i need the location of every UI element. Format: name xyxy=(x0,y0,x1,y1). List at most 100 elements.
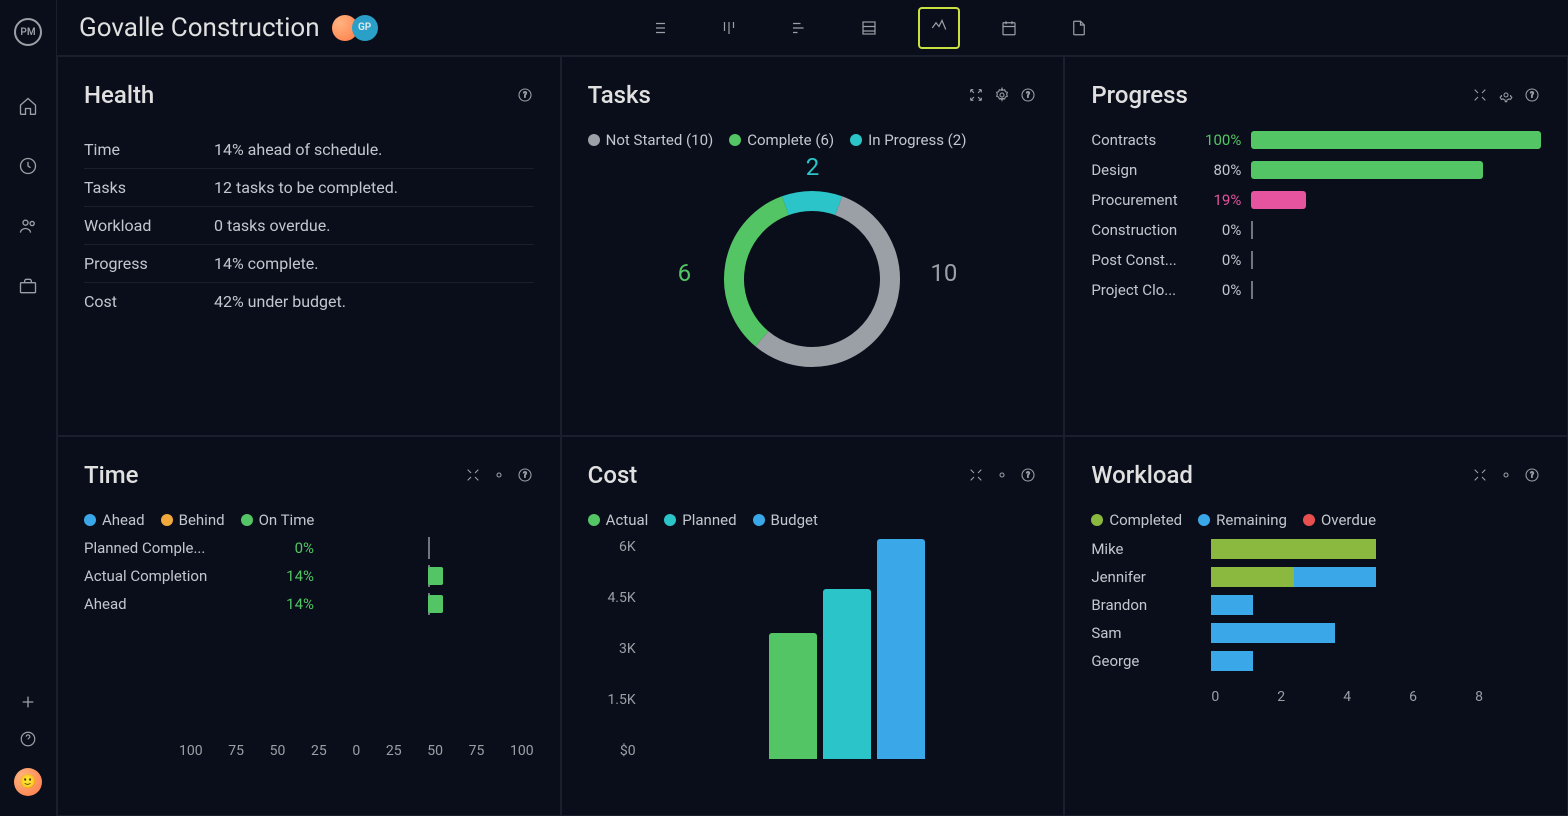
home-icon[interactable] xyxy=(16,94,40,118)
legend-dot xyxy=(161,514,173,526)
help-icon[interactable] xyxy=(19,730,37,748)
workload-card: Workload ? CompletedRemainingOverdue Mik… xyxy=(1064,436,1568,816)
time-row-name: Ahead xyxy=(84,595,254,613)
axis-tick: 6K xyxy=(588,539,636,555)
app-logo[interactable]: PM xyxy=(14,18,42,46)
view-file-icon[interactable] xyxy=(1058,7,1100,49)
axis-tick: 50 xyxy=(270,743,286,759)
legend-item: Overdue xyxy=(1303,511,1376,529)
gear-icon[interactable] xyxy=(993,86,1011,104)
plus-icon[interactable] xyxy=(20,694,36,710)
progress-bar xyxy=(1251,251,1541,269)
gear-icon[interactable] xyxy=(1497,86,1515,104)
axis-tick: 0 xyxy=(352,743,360,759)
member-avatar[interactable]: GP xyxy=(352,15,378,41)
dashboard-grid: Health ? Time14% ahead of schedule.Tasks… xyxy=(57,56,1568,816)
help-icon[interactable]: ? xyxy=(516,466,534,484)
view-calendar-icon[interactable] xyxy=(988,7,1030,49)
progress-pct: 19% xyxy=(1191,191,1241,209)
legend-label: Remaining xyxy=(1216,511,1287,529)
legend-dot xyxy=(664,514,676,526)
briefcase-icon[interactable] xyxy=(16,274,40,298)
time-bar xyxy=(322,567,534,585)
progress-pct: 80% xyxy=(1191,161,1241,179)
legend-label: Behind xyxy=(179,511,225,529)
svg-text:?: ? xyxy=(1026,91,1030,100)
health-value: 0 tasks overdue. xyxy=(214,216,330,235)
clock-icon[interactable] xyxy=(16,154,40,178)
legend-item: Behind xyxy=(161,511,225,529)
legend-item: Remaining xyxy=(1198,511,1287,529)
progress-bar xyxy=(1251,131,1541,149)
time-bar xyxy=(322,595,534,613)
help-icon[interactable]: ? xyxy=(1523,86,1541,104)
expand-icon[interactable] xyxy=(1471,86,1489,104)
workload-name: Jennifer xyxy=(1091,568,1211,586)
project-members[interactable]: GP xyxy=(338,15,378,41)
view-gantt-icon[interactable] xyxy=(778,7,820,49)
cost-bar xyxy=(823,589,871,760)
legend-dot xyxy=(588,514,600,526)
help-icon[interactable]: ? xyxy=(1523,466,1541,484)
workload-name: George xyxy=(1091,652,1211,670)
workload-name: Sam xyxy=(1091,624,1211,642)
view-board-icon[interactable] xyxy=(708,7,750,49)
legend-label: On Time xyxy=(259,511,315,529)
help-icon[interactable]: ? xyxy=(1019,86,1037,104)
progress-pct: 0% xyxy=(1191,281,1241,299)
progress-row: Design 80% xyxy=(1091,161,1541,179)
time-row-pct: 14% xyxy=(254,595,314,613)
view-sheet-icon[interactable] xyxy=(848,7,890,49)
donut-label-notstarted: 10 xyxy=(930,259,957,287)
svg-text:?: ? xyxy=(523,91,527,100)
legend-dot xyxy=(1198,514,1210,526)
team-icon[interactable] xyxy=(16,214,40,238)
svg-text:?: ? xyxy=(523,471,527,480)
gear-icon[interactable] xyxy=(993,466,1011,484)
axis-tick: 8 xyxy=(1475,689,1541,705)
card-title: Workload xyxy=(1091,461,1193,489)
health-label: Progress xyxy=(84,254,214,273)
progress-name: Post Const... xyxy=(1091,251,1191,269)
expand-icon[interactable] xyxy=(464,466,482,484)
health-row: Workload0 tasks overdue. xyxy=(84,207,534,245)
progress-bar xyxy=(1251,281,1541,299)
legend-label: Not Started (10) xyxy=(606,131,714,149)
expand-icon[interactable] xyxy=(967,86,985,104)
workload-bar xyxy=(1211,567,1541,587)
gear-icon[interactable] xyxy=(1497,466,1515,484)
health-row: Cost42% under budget. xyxy=(84,283,534,320)
expand-icon[interactable] xyxy=(1471,466,1489,484)
view-switcher xyxy=(638,7,1100,49)
user-avatar[interactable]: 🙂 xyxy=(14,768,42,796)
card-title: Health xyxy=(84,81,154,109)
workload-segment xyxy=(1211,651,1252,671)
progress-pct: 100% xyxy=(1191,131,1241,149)
axis-tick: 2 xyxy=(1277,689,1343,705)
progress-row: Project Clo... 0% xyxy=(1091,281,1541,299)
axis-tick: 25 xyxy=(386,743,402,759)
legend-item: On Time xyxy=(241,511,315,529)
axis-tick: 75 xyxy=(469,743,485,759)
axis-tick: 1.5K xyxy=(588,692,636,708)
legend-dot xyxy=(84,514,96,526)
legend-label: Actual xyxy=(606,511,649,529)
axis-tick: 100 xyxy=(510,743,534,759)
legend-item: Complete (6) xyxy=(729,131,834,149)
gear-icon[interactable] xyxy=(490,466,508,484)
progress-row: Post Const... 0% xyxy=(1091,251,1541,269)
time-row: Planned Comple... 0% xyxy=(84,539,534,557)
expand-icon[interactable] xyxy=(967,466,985,484)
help-icon[interactable]: ? xyxy=(516,86,534,104)
view-list-icon[interactable] xyxy=(638,7,680,49)
workload-row: George xyxy=(1091,651,1541,671)
workload-segment xyxy=(1294,567,1376,587)
legend-item: Completed xyxy=(1091,511,1182,529)
health-value: 42% under budget. xyxy=(214,292,346,311)
progress-name: Procurement xyxy=(1091,191,1191,209)
legend-item: Ahead xyxy=(84,511,145,529)
progress-bar xyxy=(1251,221,1541,239)
legend-item: Actual xyxy=(588,511,649,529)
help-icon[interactable]: ? xyxy=(1019,466,1037,484)
view-dashboard-icon[interactable] xyxy=(918,7,960,49)
